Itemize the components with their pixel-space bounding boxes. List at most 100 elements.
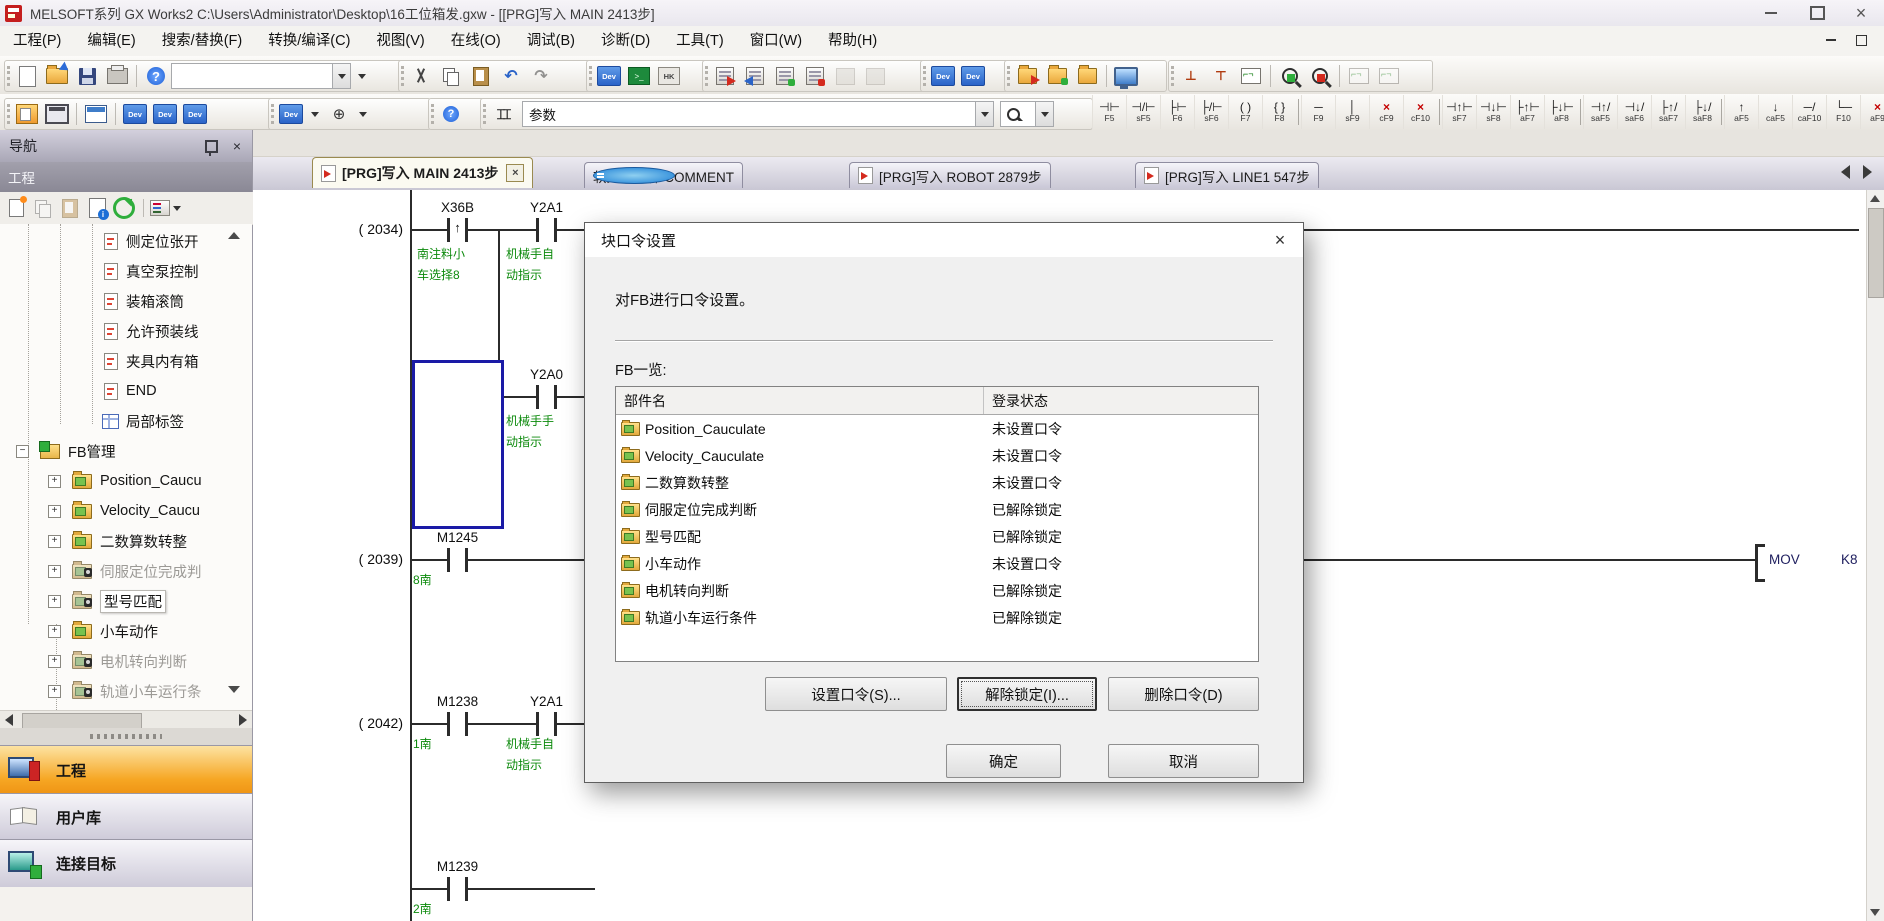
menu-help[interactable]: 帮助(H) xyxy=(815,26,890,56)
scroll-right-icon[interactable] xyxy=(239,714,247,726)
tree-item-program[interactable]: 装箱滚筒 xyxy=(0,286,252,316)
tree-horizontal-scrollbar[interactable] xyxy=(0,710,252,729)
tab-main-program[interactable]: [PRG]写入 MAIN 2413步 xyxy=(312,157,533,188)
unlock-button[interactable]: 解除锁定(I)... xyxy=(957,677,1097,711)
delete-password-button[interactable]: 删除口令(D) xyxy=(1108,677,1259,711)
ladder-symbol-sF6[interactable]: ├/⊢sF6 xyxy=(1194,95,1228,129)
fb-list-row[interactable]: 型号匹配 已解除锁定 xyxy=(616,523,1258,550)
menu-debug[interactable]: 调试(B) xyxy=(514,26,588,56)
device-test-icon[interactable]: ⊕ xyxy=(325,100,353,128)
refresh-icon[interactable] xyxy=(112,196,136,220)
expand-expander[interactable] xyxy=(48,655,61,668)
cut-icon[interactable] xyxy=(407,62,435,90)
tab-close-icon[interactable] xyxy=(506,164,524,182)
menu-project[interactable]: 工程(P) xyxy=(0,26,74,56)
fb-list-row[interactable]: 伺服定位完成判断 已解除锁定 xyxy=(616,496,1258,523)
expand-expander[interactable] xyxy=(48,685,61,698)
expand-expander[interactable] xyxy=(48,625,61,638)
expand-expander[interactable] xyxy=(48,475,61,488)
menu-tools[interactable]: 工具(T) xyxy=(663,26,737,56)
watch-window2-icon[interactable] xyxy=(1375,62,1403,90)
ladder-symbol-cF9[interactable]: ×cF9 xyxy=(1369,95,1403,129)
start-monitor-icon[interactable]: ⊥ xyxy=(1177,62,1205,90)
scroll-down-icon[interactable] xyxy=(1870,909,1880,916)
set-password-button[interactable]: 设置口令(S)... xyxy=(765,677,947,711)
device-test-dropdown[interactable] xyxy=(355,100,371,128)
collapse-expander[interactable] xyxy=(16,445,29,458)
ladder-symbol-sF8[interactable]: ⊣↓⊢sF8 xyxy=(1476,95,1510,129)
ladder-symbol-saF6[interactable]: ⊣↓/saF6 xyxy=(1617,95,1651,129)
maximize-button[interactable] xyxy=(1796,0,1838,25)
fb-list-row[interactable]: Velocity_Cauculate 未设置口令 xyxy=(616,442,1258,469)
save-project-icon[interactable] xyxy=(73,62,101,90)
tab-line1-program[interactable]: [PRG]写入 LINE1 547步 xyxy=(1135,162,1319,188)
device-display-dropdown[interactable] xyxy=(307,100,323,128)
edit-cursor-selection[interactable] xyxy=(412,360,504,529)
fb-list-row[interactable]: 二数算数转整 未设置口令 xyxy=(616,469,1258,496)
navigation-window-icon[interactable] xyxy=(13,100,41,128)
intelligent-module-icon[interactable] xyxy=(655,62,683,90)
column-registration-status[interactable]: 登录状态 xyxy=(984,387,1258,414)
menu-compile[interactable]: 转换/编译(C) xyxy=(255,26,363,56)
contact-m1239[interactable]: M1239 xyxy=(447,877,468,901)
tree-item-fb-locked[interactable]: 伺服定位完成判 xyxy=(0,556,252,586)
child-minimize-button[interactable] xyxy=(1818,29,1844,51)
device-comment-icon[interactable] xyxy=(595,62,623,90)
plc-diagnostics-icon[interactable] xyxy=(861,62,889,90)
fb-list-row[interactable]: 小车动作 未设置口令 xyxy=(616,550,1258,577)
dev-statement-icon[interactable] xyxy=(151,100,179,128)
tab-scroll-right-icon[interactable] xyxy=(1863,165,1872,179)
find-icon[interactable] xyxy=(489,100,517,128)
data-info-icon[interactable] xyxy=(85,196,109,220)
child-restore-button[interactable] xyxy=(1848,29,1874,51)
fb-list-row[interactable]: 电机转向判断 已解除锁定 xyxy=(616,577,1258,604)
tree-item-fb-manage[interactable]: FB管理 xyxy=(0,436,252,466)
expand-expander[interactable] xyxy=(48,535,61,548)
symbol-search-combo[interactable] xyxy=(1000,101,1054,127)
ladder-symbol-aF7[interactable]: ├↑⊢aF7 xyxy=(1510,95,1544,129)
ladder-symbol-saF5[interactable]: ⊣↑/saF5 xyxy=(1583,95,1617,129)
ladder-symbol-sF5[interactable]: ⊣/⊢sF5 xyxy=(1126,95,1160,129)
device-monitor-icon[interactable] xyxy=(625,62,653,90)
ladder-symbol-aF8[interactable]: ├↓⊢aF8 xyxy=(1544,95,1578,129)
menu-find-replace[interactable]: 搜索/替换(F) xyxy=(149,26,256,56)
tree-item-fb-locked[interactable]: 型号匹配 xyxy=(0,586,252,616)
new-project-icon[interactable] xyxy=(13,62,41,90)
scrollbar-thumb[interactable] xyxy=(1868,208,1884,298)
panel-button-user-library[interactable]: 用户库 xyxy=(0,793,252,840)
minimize-button[interactable] xyxy=(1750,0,1792,25)
tab-comment[interactable]: 软元件注释 COMMENT xyxy=(584,162,743,188)
device-find-red-icon[interactable] xyxy=(1306,62,1334,90)
contact-m1238[interactable]: M1238 xyxy=(447,712,468,736)
menu-diagnostics[interactable]: 诊断(D) xyxy=(588,26,663,56)
instruction-operand[interactable]: K8 xyxy=(1841,552,1858,567)
read-from-plc-icon[interactable] xyxy=(741,62,769,90)
tree-item-fb-locked[interactable]: 轨道小车运行条 xyxy=(0,676,252,706)
close-button[interactable] xyxy=(1840,0,1882,25)
mdi-window-icon[interactable] xyxy=(43,100,71,128)
transfer-verify-icon[interactable] xyxy=(1073,62,1101,90)
tree-item-program[interactable]: 夹具内有箱 xyxy=(0,346,252,376)
transfer-setup-icon[interactable] xyxy=(1013,62,1041,90)
dev-comment-icon[interactable] xyxy=(121,100,149,128)
watch-window-icon[interactable] xyxy=(1345,62,1373,90)
instruction-mov[interactable]: MOV xyxy=(1769,552,1800,567)
panel-button-project[interactable]: 工程 xyxy=(0,745,252,794)
scrollbar-thumb[interactable] xyxy=(22,713,142,729)
paste-icon[interactable] xyxy=(467,62,495,90)
device-display-icon[interactable] xyxy=(277,100,305,128)
ladder-symbol-caF10[interactable]: ─/caF10 xyxy=(1792,95,1826,129)
ladder-symbol-F10[interactable]: └─F10 xyxy=(1826,95,1860,129)
ladder-symbol-F5[interactable]: ⊣⊢F5 xyxy=(1092,95,1126,129)
write-to-plc-icon[interactable] xyxy=(711,62,739,90)
device-find-icon[interactable] xyxy=(1276,62,1304,90)
nav-close-icon[interactable] xyxy=(228,137,246,155)
project-data-combo[interactable] xyxy=(171,63,351,89)
ladder-symbol-aF9[interactable]: ×aF9 xyxy=(1860,95,1884,129)
tree-item-fb[interactable]: 小车动作 xyxy=(0,616,252,646)
tree-item-fb[interactable]: Position_Caucu xyxy=(0,466,252,496)
help-icon[interactable] xyxy=(142,62,170,90)
undo-icon[interactable]: ↶ xyxy=(497,62,525,90)
nav-copy-icon[interactable] xyxy=(31,196,55,220)
contact-m1245[interactable]: M1245 xyxy=(447,548,468,572)
